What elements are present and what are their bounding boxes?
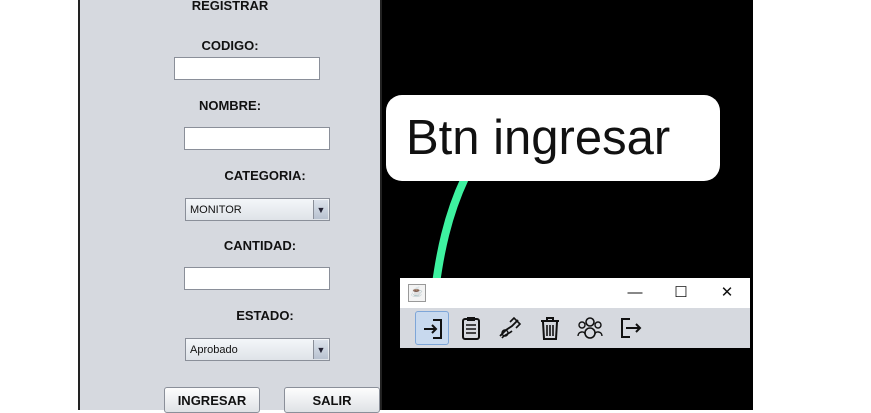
minimize-icon: — <box>627 284 643 301</box>
delete-tool-button[interactable] <box>533 311 567 345</box>
login-icon <box>424 319 442 339</box>
close-button[interactable]: ✕ <box>716 284 738 302</box>
ingresar-tool-button[interactable] <box>415 311 449 345</box>
maximize-icon: ☐ <box>674 284 688 301</box>
user-group-icon <box>577 317 603 339</box>
logout-icon <box>621 318 642 338</box>
callout-text: Btn ingresar <box>406 111 671 165</box>
close-icon: ✕ <box>720 284 734 301</box>
salir-tool-button[interactable] <box>613 311 647 345</box>
title-bar: ☕ — ☐ ✕ <box>400 278 750 308</box>
callout-pointer <box>428 174 469 324</box>
toolbar <box>400 308 750 348</box>
users-tool-button[interactable] <box>573 311 607 345</box>
minimize-button[interactable]: — <box>624 284 646 302</box>
settings-hand-icon <box>499 316 522 339</box>
callout-bubble: Btn ingresar <box>386 95 720 181</box>
clipboard-list-icon <box>462 317 480 340</box>
maximize-button[interactable]: ☐ <box>670 284 692 302</box>
java-icon: ☕ <box>408 284 426 302</box>
mini-app-window: ☕ — ☐ ✕ <box>400 278 750 348</box>
list-tool-button[interactable] <box>454 311 488 345</box>
trash-icon <box>541 317 559 340</box>
settings-tool-button[interactable] <box>493 311 527 345</box>
